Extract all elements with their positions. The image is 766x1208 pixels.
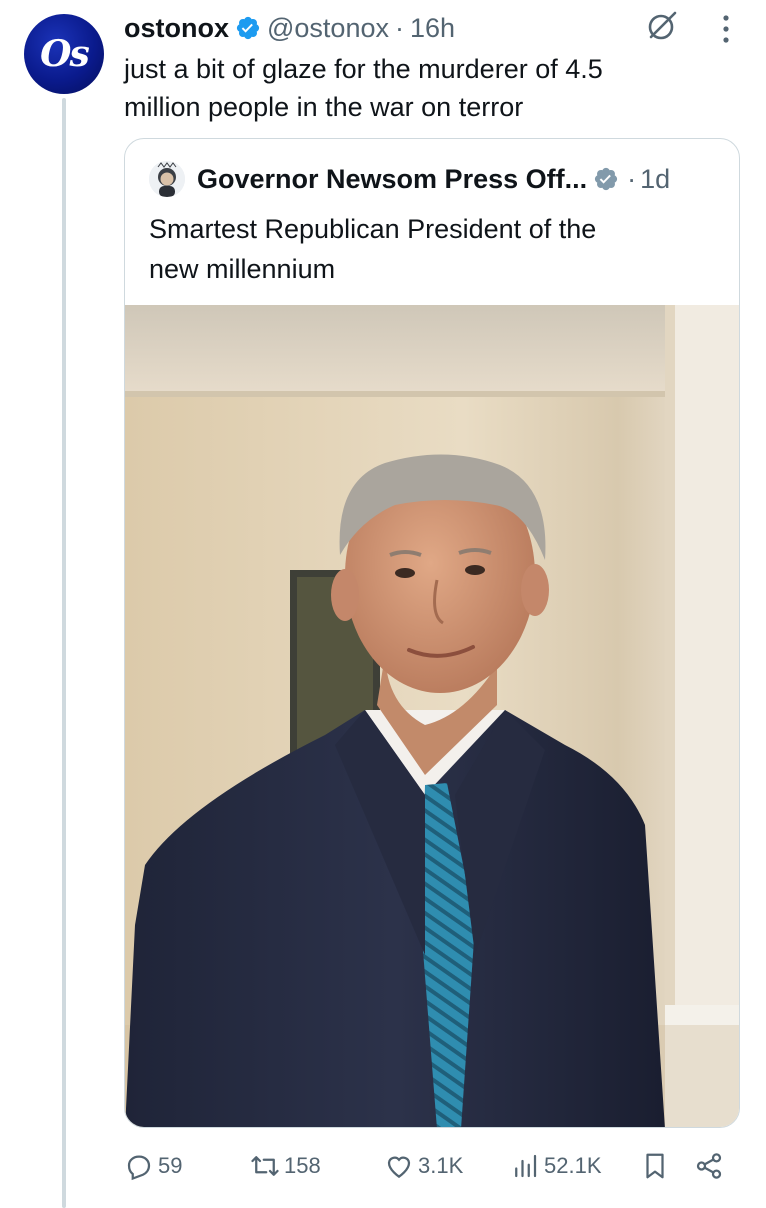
retweet-count: 158 (284, 1153, 321, 1178)
view-count: 52.1K (544, 1153, 602, 1178)
dot-separator: · (394, 12, 404, 43)
quoted-post-time[interactable]: 1d (640, 164, 670, 195)
quoted-post-card[interactable]: Governor Newsom Press Off... · 1d Smarte… (124, 138, 740, 1128)
post-text: just a bit of glaze for the murderer of … (124, 54, 603, 122)
quoted-author-name[interactable]: Governor Newsom Press Off... (197, 164, 587, 195)
reply-button[interactable]: 59 (124, 1146, 182, 1186)
post-header: ostonox @ostonox · 16h (124, 10, 455, 46)
author-handle[interactable]: @ostonox (267, 13, 389, 44)
quoted-author-avatar[interactable] (149, 161, 185, 197)
grok-icon[interactable] (646, 10, 678, 42)
views-icon (515, 1154, 537, 1178)
views-button[interactable]: 52.1K (510, 1146, 602, 1186)
post-time[interactable]: 16h (410, 13, 455, 44)
more-vertical-icon[interactable] (716, 12, 736, 46)
retweet-button[interactable]: 158 (250, 1146, 321, 1186)
share-icon (696, 1153, 722, 1179)
bookmark-icon (646, 1153, 664, 1179)
like-count: 3.1K (418, 1153, 464, 1178)
quoted-post-text: Smartest Republican President of the new… (149, 214, 597, 284)
reply-count: 59 (158, 1153, 183, 1178)
reply-icon (127, 1155, 151, 1181)
portrait-photo[interactable] (125, 305, 740, 1128)
retweet-icon (251, 1156, 279, 1176)
like-button[interactable]: 3.1K (384, 1146, 463, 1186)
author-name[interactable]: ostonox (124, 13, 229, 44)
verified-badge-icon (236, 16, 260, 40)
post-actions-bar: 59 158 3.1K 52.1K (124, 1146, 734, 1186)
bookmark-button[interactable] (640, 1146, 674, 1186)
share-button[interactable] (694, 1146, 728, 1186)
quoted-post-header: Governor Newsom Press Off... · 1d (149, 161, 670, 197)
gray-verified-badge-icon (595, 167, 618, 191)
heart-icon (387, 1156, 411, 1178)
avatar-logo-text: Os (40, 33, 90, 75)
dot-separator: · (627, 163, 637, 194)
author-avatar[interactable]: Os (24, 14, 104, 94)
thread-connector-line (62, 98, 66, 1208)
